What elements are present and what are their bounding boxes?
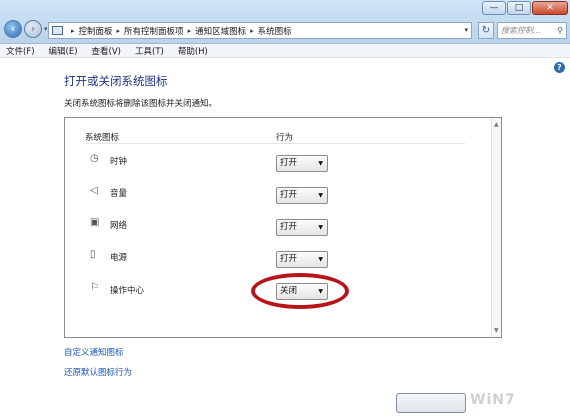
breadcrumb-item[interactable]: 所有控制面板项 bbox=[124, 25, 184, 37]
title-bar: — □ ✕ ‹ › ▾ ▸ 控制面板 ▸ 所有控制面板项 ▸ 通知区域图标 ▸ … bbox=[0, 0, 570, 44]
row-label-volume: 音量 bbox=[110, 189, 128, 199]
power-behavior-select[interactable]: 打开 ▼ bbox=[276, 251, 328, 268]
red-highlight-ellipse bbox=[251, 273, 349, 309]
row-label-action-center: 操作中心 bbox=[110, 286, 145, 296]
search-icon[interactable]: ⚲ bbox=[557, 23, 563, 38]
refresh-icon: ↻ bbox=[481, 25, 491, 36]
menu-help[interactable]: 帮助(H) bbox=[178, 45, 208, 57]
chevron-down-icon: ▼ bbox=[318, 160, 323, 167]
chevron-down-icon: ▼ bbox=[318, 192, 323, 199]
clock-icon: ◷ bbox=[90, 153, 99, 164]
menu-bar: 文件(F) 编辑(E) 查看(V) 工具(T) 帮助(H) bbox=[0, 44, 570, 58]
menu-edit[interactable]: 编辑(E) bbox=[49, 45, 78, 57]
system-icons-panel: 系统图标 行为 ◷ 时钟 打开 ▼ ◁ 音量 打开 ▼ ▣ 网络 打开 ▼ ▯ 电源 … bbox=[64, 117, 502, 338]
breadcrumb-separator-icon[interactable]: ▸ bbox=[250, 27, 254, 35]
breadcrumb-item[interactable]: 控制面板 bbox=[79, 25, 113, 37]
menu-tools[interactable]: 工具(T) bbox=[135, 45, 164, 57]
address-dropdown-icon[interactable]: ▾ bbox=[464, 26, 468, 34]
power-icon: ▯ bbox=[90, 249, 96, 260]
column-header-system-icon: 系统图标 bbox=[85, 133, 120, 143]
clock-behavior-select[interactable]: 打开 ▼ bbox=[276, 155, 328, 172]
select-value: 打开 bbox=[280, 254, 298, 264]
maximize-button[interactable]: □ bbox=[507, 1, 531, 15]
breadcrumb-separator-icon[interactable]: ▸ bbox=[117, 27, 121, 35]
network-behavior-select[interactable]: 打开 ▼ bbox=[276, 219, 328, 236]
action-center-flag-icon: ⚐ bbox=[90, 282, 99, 293]
minimize-button[interactable]: — bbox=[482, 1, 506, 15]
volume-behavior-select[interactable]: 打开 ▼ bbox=[276, 187, 328, 204]
page-title: 打开或关闭系统图标 bbox=[64, 74, 168, 88]
breadcrumb-separator-icon[interactable]: ▸ bbox=[188, 27, 192, 35]
select-value: 打开 bbox=[280, 222, 298, 232]
breadcrumb: ▸ 控制面板 ▸ 所有控制面板项 ▸ 通知区域图标 ▸ 系统图标 bbox=[67, 25, 292, 37]
search-placeholder: 搜索控制... bbox=[501, 26, 541, 35]
back-button[interactable]: ‹ bbox=[4, 20, 22, 38]
refresh-button[interactable]: ↻ bbox=[478, 22, 494, 39]
chevron-down-icon: ▼ bbox=[318, 256, 323, 263]
customize-notification-icons-link[interactable]: 自定义通知图标 bbox=[64, 346, 124, 358]
search-input[interactable]: 搜索控制... ⚲ bbox=[497, 22, 567, 39]
volume-icon: ◁ bbox=[90, 185, 98, 196]
column-header-behavior: 行为 bbox=[276, 133, 294, 143]
recent-pages-dropdown-icon[interactable]: ▾ bbox=[44, 25, 48, 33]
select-value: 打开 bbox=[280, 190, 298, 200]
network-icon: ▣ bbox=[90, 217, 100, 228]
help-icon[interactable]: ? bbox=[554, 62, 565, 73]
select-value: 打开 bbox=[280, 158, 298, 168]
menu-view[interactable]: 查看(V) bbox=[92, 45, 121, 57]
page-subtitle: 关闭系统图标将删除该图标并关闭通知。 bbox=[64, 99, 218, 109]
close-button[interactable]: ✕ bbox=[532, 1, 568, 15]
row-label-network: 网络 bbox=[110, 221, 128, 231]
breadcrumb-separator-icon[interactable]: ▸ bbox=[71, 27, 75, 35]
scroll-down-icon[interactable]: ▼ bbox=[494, 327, 499, 334]
scroll-up-icon[interactable]: ▲ bbox=[494, 121, 499, 128]
row-label-clock: 时钟 bbox=[110, 157, 128, 167]
watermark-logo: WiN7 bbox=[470, 392, 516, 408]
breadcrumb-item[interactable]: 系统图标 bbox=[258, 25, 292, 37]
forward-button[interactable]: › bbox=[24, 20, 42, 38]
header-divider bbox=[85, 143, 465, 144]
chevron-down-icon: ▼ bbox=[318, 224, 323, 231]
row-label-power: 电源 bbox=[110, 253, 128, 263]
control-panel-icon bbox=[52, 26, 63, 35]
window-controls: — □ ✕ bbox=[482, 1, 568, 15]
navigation-buttons: ‹ › ▾ bbox=[4, 20, 48, 38]
breadcrumb-item[interactable]: 通知区域图标 bbox=[195, 25, 246, 37]
vertical-scrollbar[interactable]: ▲ ▼ bbox=[491, 118, 501, 337]
ok-button[interactable] bbox=[396, 393, 466, 413]
address-bar[interactable]: ▸ 控制面板 ▸ 所有控制面板项 ▸ 通知区域图标 ▸ 系统图标 ▾ bbox=[48, 22, 472, 39]
restore-default-icon-behavior-link[interactable]: 还原默认图标行为 bbox=[64, 366, 132, 378]
menu-file[interactable]: 文件(F) bbox=[6, 45, 35, 57]
